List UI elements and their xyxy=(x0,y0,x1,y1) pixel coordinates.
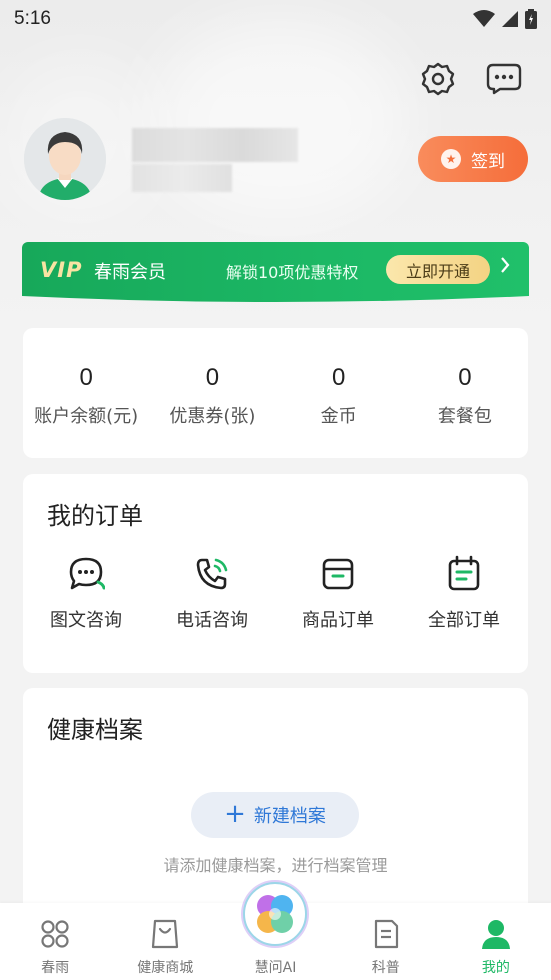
box-icon xyxy=(318,554,358,594)
vip-description: 解锁10项优惠特权 xyxy=(226,263,359,282)
order-item-product-orders[interactable]: 商品订单 xyxy=(275,554,401,632)
new-record-label: 新建档案 xyxy=(253,806,326,827)
tab-label: 我的 xyxy=(481,960,510,976)
order-item-phone-consult[interactable]: 电话咨询 xyxy=(149,554,275,632)
checkin-label: 签到 xyxy=(471,151,505,172)
stat-packages[interactable]: 0 套餐包 xyxy=(402,328,528,458)
person-icon xyxy=(479,917,513,951)
vip-banner[interactable]: VIP 春雨会员 解锁10项优惠特权 立即开通 xyxy=(22,242,529,304)
vip-logo: VIP xyxy=(40,258,83,282)
stat-value: 0 xyxy=(205,364,220,391)
bag-icon xyxy=(148,917,182,951)
status-bar: 5:16 xyxy=(0,0,551,38)
tab-label: 健康商城 xyxy=(137,960,194,976)
stat-coins[interactable]: 0 金币 xyxy=(276,328,402,458)
avatar[interactable] xyxy=(24,118,106,200)
stat-balance[interactable]: 0 账户余额(元) xyxy=(23,328,149,458)
order-item-all-orders[interactable]: 全部订单 xyxy=(401,554,527,632)
phone-icon xyxy=(192,554,232,594)
vip-title: 春雨会员 xyxy=(94,262,166,283)
health-hint: 请添加健康档案，进行档案管理 xyxy=(163,856,388,875)
stat-label: 金币 xyxy=(320,406,357,427)
chat-icon xyxy=(66,554,106,594)
order-label: 图文咨询 xyxy=(50,610,122,631)
stat-label: 套餐包 xyxy=(437,406,492,427)
message-icon xyxy=(486,63,522,95)
top-actions xyxy=(419,60,523,98)
grid-icon xyxy=(38,917,72,951)
stat-value: 0 xyxy=(331,364,346,391)
tab-health-mall[interactable]: 健康商城 xyxy=(110,903,220,980)
tab-label: 慧问AI xyxy=(254,960,297,976)
wifi-icon xyxy=(473,10,495,27)
messages-button[interactable] xyxy=(485,60,523,98)
ai-icon xyxy=(257,895,293,933)
signal-icon xyxy=(502,11,518,27)
plus-icon: + xyxy=(224,799,246,829)
checkin-button[interactable]: ★ 签到 xyxy=(418,136,528,182)
calendar-icon xyxy=(444,554,484,594)
health-title: 健康档案 xyxy=(47,716,143,744)
stat-value: 0 xyxy=(458,364,472,391)
status-icons xyxy=(473,9,537,29)
order-label: 全部订单 xyxy=(428,610,500,631)
tab-label: 春雨 xyxy=(41,960,70,976)
gear-icon xyxy=(421,62,455,96)
stat-coupons[interactable]: 0 优惠券(张) xyxy=(149,328,275,458)
settings-button[interactable] xyxy=(419,60,457,98)
vip-activate-button[interactable]: 立即开通 xyxy=(386,255,490,284)
stat-label: 账户余额(元) xyxy=(34,406,139,427)
new-record-button[interactable]: + 新建档案 xyxy=(191,792,359,838)
star-icon: ★ xyxy=(441,149,461,169)
person-avatar-icon xyxy=(24,118,106,200)
tab-mine[interactable]: 我的 xyxy=(441,903,551,980)
ai-assistant-button[interactable] xyxy=(243,882,307,946)
order-label: 商品订单 xyxy=(302,610,374,631)
account-stats-card: 0 账户余额(元) 0 优惠券(张) 0 金币 0 套餐包 xyxy=(23,328,528,458)
tab-science[interactable]: 科普 xyxy=(331,903,441,980)
stat-label: 优惠券(张) xyxy=(169,406,256,427)
chevron-right-icon xyxy=(500,256,510,279)
tab-home[interactable]: 春雨 xyxy=(0,903,110,980)
stat-value: 0 xyxy=(79,364,93,391)
document-icon xyxy=(369,917,403,951)
my-orders-card: 我的订单 图文咨询 电话咨询 商品订单 全部订单 xyxy=(23,474,528,673)
status-time: 5:16 xyxy=(14,8,51,29)
order-label: 电话咨询 xyxy=(176,610,248,631)
battery-icon xyxy=(525,9,537,29)
username-blurred xyxy=(132,128,298,162)
order-item-text-consult[interactable]: 图文咨询 xyxy=(23,554,149,632)
order-items: 图文咨询 电话咨询 商品订单 全部订单 xyxy=(23,554,528,632)
orders-title: 我的订单 xyxy=(47,502,143,530)
user-id-blurred xyxy=(132,164,232,192)
tab-label: 科普 xyxy=(371,960,400,976)
